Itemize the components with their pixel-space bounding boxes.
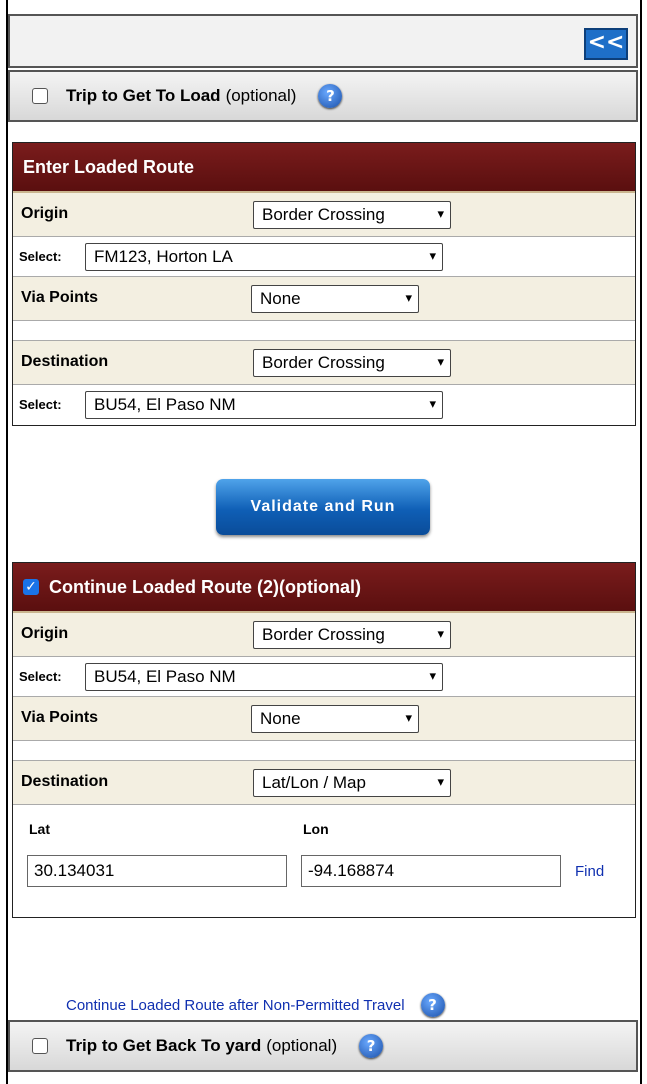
continue-origin-row: Origin Border Crossing ▾ [13, 613, 635, 657]
loaded-via-value: None [260, 289, 301, 308]
trip-to-load-label: Trip to Get To Load [66, 86, 221, 105]
loaded-dest-location-select[interactable]: BU54, El Paso NM ▾ [85, 391, 443, 419]
continue-dest-value: Lat/Lon / Map [262, 773, 366, 792]
loaded-origin-select[interactable]: Border Crossing ▾ [253, 201, 451, 229]
loaded-dest-location-value: BU54, El Paso NM [94, 395, 236, 414]
continue-route-checkbox[interactable]: ✓ [23, 579, 39, 595]
chevron-down-icon: ▾ [429, 249, 436, 264]
continue-route-title: Continue Loaded Route (2)(optional) [49, 576, 361, 597]
continue-via-label: Via Points [21, 709, 99, 726]
chevron-down-icon: ▾ [437, 207, 444, 222]
continue-origin-label: Origin [21, 625, 69, 642]
non-permitted-row: Continue Loaded Route after Non-Permitte… [66, 993, 445, 1017]
help-icon[interactable]: ? [420, 993, 445, 1017]
continue-origin-value: Border Crossing [262, 625, 385, 644]
lat-input[interactable]: 30.134031 [27, 855, 287, 887]
loaded-dest-value: Border Crossing [262, 353, 385, 372]
continue-via-value: None [260, 709, 301, 728]
collapse-button[interactable]: << [584, 28, 628, 60]
continue-origin-select-label: Select: [19, 669, 62, 684]
trip-to-load-bar: Trip to Get To Load (optional) ? [8, 70, 638, 122]
continue-origin-select[interactable]: Border Crossing ▾ [253, 621, 451, 649]
loaded-via-spacer [13, 321, 635, 341]
loaded-origin-value: Border Crossing [262, 205, 385, 224]
continue-origin-location-value: BU54, El Paso NM [94, 667, 236, 686]
loaded-via-select[interactable]: None ▾ [251, 285, 419, 313]
loaded-origin-location-value: FM123, Horton LA [94, 247, 233, 266]
chevron-down-icon: ▾ [429, 397, 436, 412]
loaded-via-row: Via Points None ▾ [13, 277, 635, 321]
trip-back-checkbox[interactable] [32, 1038, 48, 1054]
continue-route-panel: ✓ Continue Loaded Route (2)(optional) Or… [12, 562, 636, 918]
non-permitted-link[interactable]: Continue Loaded Route after Non-Permitte… [66, 997, 405, 1014]
trip-to-load-optional: (optional) [225, 86, 297, 105]
loaded-dest-select-row: Select: BU54, El Paso NM ▾ [13, 385, 635, 425]
continue-dest-select[interactable]: Lat/Lon / Map ▾ [253, 769, 451, 797]
loaded-origin-select-row: Select: FM123, Horton LA ▾ [13, 237, 635, 277]
loaded-origin-location-select[interactable]: FM123, Horton LA ▾ [85, 243, 443, 271]
loaded-route-panel: Enter Loaded Route Origin Border Crossin… [12, 142, 636, 426]
continue-dest-label: Destination [21, 773, 109, 790]
chevron-down-icon: ▾ [405, 711, 412, 726]
loaded-dest-select[interactable]: Border Crossing ▾ [253, 349, 451, 377]
loaded-route-header: Enter Loaded Route [13, 143, 635, 193]
loaded-origin-select-label: Select: [19, 249, 62, 264]
continue-dest-row: Destination Lat/Lon / Map ▾ [13, 761, 635, 805]
continue-route-header: ✓ Continue Loaded Route (2)(optional) [13, 563, 635, 613]
continue-origin-select-row: Select: BU54, El Paso NM ▾ [13, 657, 635, 697]
help-icon[interactable]: ? [318, 84, 343, 108]
chevron-down-icon: ▾ [437, 627, 444, 642]
trip-back-bar: Trip to Get Back To yard (optional) ? [8, 1020, 638, 1072]
continue-via-select[interactable]: None ▾ [251, 705, 419, 733]
top-toolbar: << [8, 14, 638, 68]
chevron-down-icon: ▾ [437, 775, 444, 790]
trip-back-label: Trip to Get Back To yard [66, 1036, 262, 1055]
validate-and-run-button[interactable]: Validate and Run [216, 479, 430, 535]
chevron-down-icon: ▾ [405, 291, 412, 306]
continue-via-row: Via Points None ▾ [13, 697, 635, 741]
latlon-section: Lat Lon 30.134031 -94.168874 Find [13, 805, 635, 917]
chevron-down-icon: ▾ [429, 669, 436, 684]
trip-to-load-checkbox[interactable] [32, 88, 48, 104]
trip-back-optional: (optional) [266, 1036, 338, 1055]
lat-label: Lat [29, 821, 50, 837]
lon-input[interactable]: -94.168874 [301, 855, 561, 887]
loaded-origin-row: Origin Border Crossing ▾ [13, 193, 635, 237]
loaded-dest-select-label: Select: [19, 397, 62, 412]
loaded-dest-label: Destination [21, 353, 109, 370]
loaded-origin-label: Origin [21, 205, 69, 222]
continue-via-spacer [13, 741, 635, 761]
lon-label: Lon [303, 821, 329, 837]
loaded-via-label: Via Points [21, 289, 99, 306]
find-link[interactable]: Find [575, 863, 604, 880]
continue-origin-location-select[interactable]: BU54, El Paso NM ▾ [85, 663, 443, 691]
help-icon[interactable]: ? [359, 1034, 384, 1058]
chevron-down-icon: ▾ [437, 355, 444, 370]
loaded-dest-row: Destination Border Crossing ▾ [13, 341, 635, 385]
